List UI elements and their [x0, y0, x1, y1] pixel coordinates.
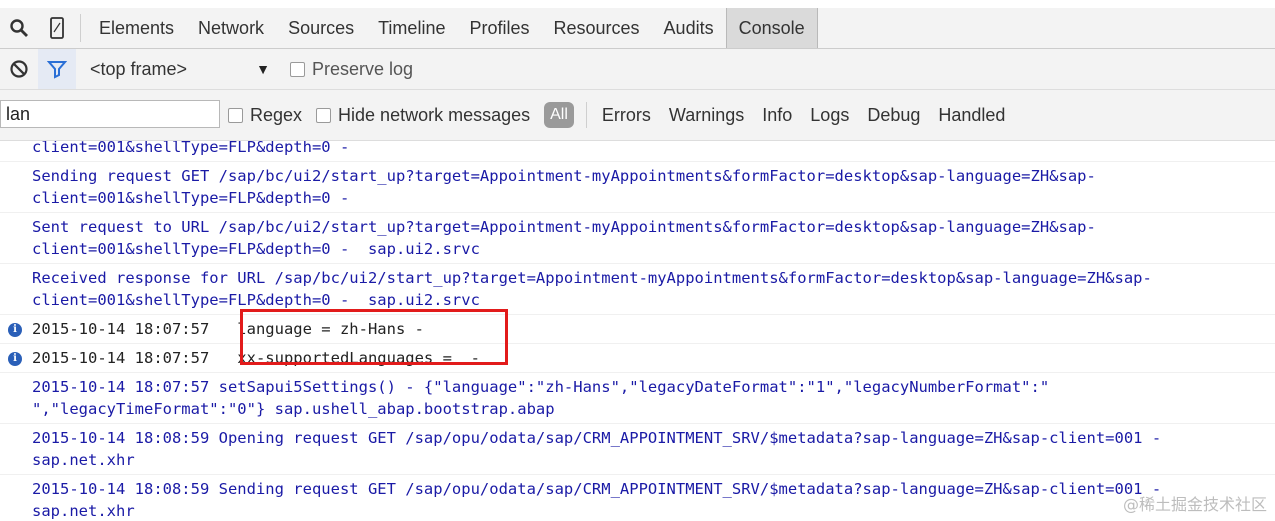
regex-checkbox[interactable]: [228, 107, 243, 123]
tab-elements[interactable]: Elements: [87, 8, 186, 48]
level-errors[interactable]: Errors: [593, 105, 660, 126]
frame-selector[interactable]: <top frame> ▼: [90, 59, 276, 80]
tab-sources[interactable]: Sources: [276, 8, 366, 48]
console-message-text: Sent request to URL /sap/bc/ui2/start_up…: [32, 218, 1096, 258]
dropdown-caret-icon: ▼: [256, 61, 270, 77]
tab-network[interactable]: Network: [186, 8, 276, 48]
preserve-log-checkbox[interactable]: [290, 61, 305, 77]
regex-option[interactable]: Regex: [228, 105, 302, 126]
tab-audits[interactable]: Audits: [652, 8, 726, 48]
level-filters: Regex Hide network messages All Errors W…: [228, 90, 1014, 140]
level-all-button[interactable]: All: [544, 102, 574, 128]
device-mode-icon[interactable]: [38, 8, 76, 48]
tab-profiles[interactable]: Profiles: [457, 8, 541, 48]
level-handled[interactable]: Handled: [929, 105, 1014, 126]
level-warnings[interactable]: Warnings: [660, 105, 753, 126]
info-icon: i: [8, 352, 22, 366]
devtools-tabbar: Elements Network Sources Timeline Profiles Re…: [0, 8, 1275, 49]
tab-timeline[interactable]: Timeline: [366, 8, 457, 48]
highlight-box: [240, 309, 508, 365]
console-message-text: 2015-10-14 18:08:59 Sending request GET …: [32, 480, 1162, 520]
preserve-log-option[interactable]: Preserve log: [290, 59, 413, 80]
console-message: 2015-10-14 18:08:59 Opening request GET …: [0, 424, 1275, 475]
hide-network-option[interactable]: Hide network messages: [316, 105, 530, 126]
window-top-edge: [0, 0, 1275, 8]
console-message: 2015-10-14 18:08:59 Sending request GET …: [0, 475, 1275, 521]
preserve-log-label: Preserve log: [312, 58, 414, 79]
tab-resources[interactable]: Resources: [542, 8, 652, 48]
watermark: @稀土掘金技术社区: [1122, 495, 1267, 514]
console-message: client=001&shellType=FLP&depth=0 -: [0, 141, 1275, 162]
hide-network-label: Hide network messages: [338, 104, 531, 125]
search-icon[interactable]: [0, 8, 38, 48]
level-info[interactable]: Info: [753, 105, 801, 126]
filter-icon[interactable]: [38, 49, 76, 89]
filter-bar: Regex Hide network messages All Errors W…: [0, 90, 1275, 141]
level-debug[interactable]: Debug: [858, 105, 929, 126]
console-message: 2015-10-14 18:07:57 setSapui5Settings() …: [0, 373, 1275, 424]
console-message: Sent request to URL /sap/bc/ui2/start_up…: [0, 213, 1275, 264]
regex-label: Regex: [250, 104, 303, 125]
tab-console[interactable]: Console: [725, 8, 818, 48]
console-toolbar: <top frame> ▼ Preserve log: [0, 49, 1275, 90]
console-message: i 2015-10-14 18:07:57 xx-supportedLanguag…: [0, 344, 1275, 373]
console-message: Received response for URL /sap/bc/ui2/st…: [0, 264, 1275, 315]
console-message-text: 2015-10-14 18:07:57 setSapui5Settings() …: [32, 378, 1050, 418]
level-logs[interactable]: Logs: [801, 105, 858, 126]
toolbar-divider: [80, 14, 81, 42]
info-icon: i: [8, 323, 22, 337]
frame-selector-value: <top frame>: [90, 58, 188, 79]
console-message: Sending request GET /sap/bc/ui2/start_up…: [0, 162, 1275, 213]
clear-console-icon[interactable]: [0, 49, 38, 89]
level-divider: [585, 102, 587, 128]
console-messages: client=001&shellType=FLP&depth=0 - Sendin…: [0, 141, 1275, 521]
filter-input[interactable]: [0, 100, 220, 128]
console-message: i 2015-10-14 18:07:57 language = zh-Hans …: [0, 315, 1275, 344]
console-message-text: Received response for URL /sap/bc/ui2/st…: [32, 269, 1152, 309]
panel-tabs: Elements Network Sources Timeline Profiles Re…: [87, 8, 818, 48]
console-message-text: client=001&shellType=FLP&depth=0 -: [32, 141, 350, 156]
console-message-text: 2015-10-14 18:08:59 Opening request GET …: [32, 429, 1162, 469]
hide-network-checkbox[interactable]: [316, 107, 332, 123]
console-message-text: Sending request GET /sap/bc/ui2/start_up…: [32, 167, 1096, 207]
